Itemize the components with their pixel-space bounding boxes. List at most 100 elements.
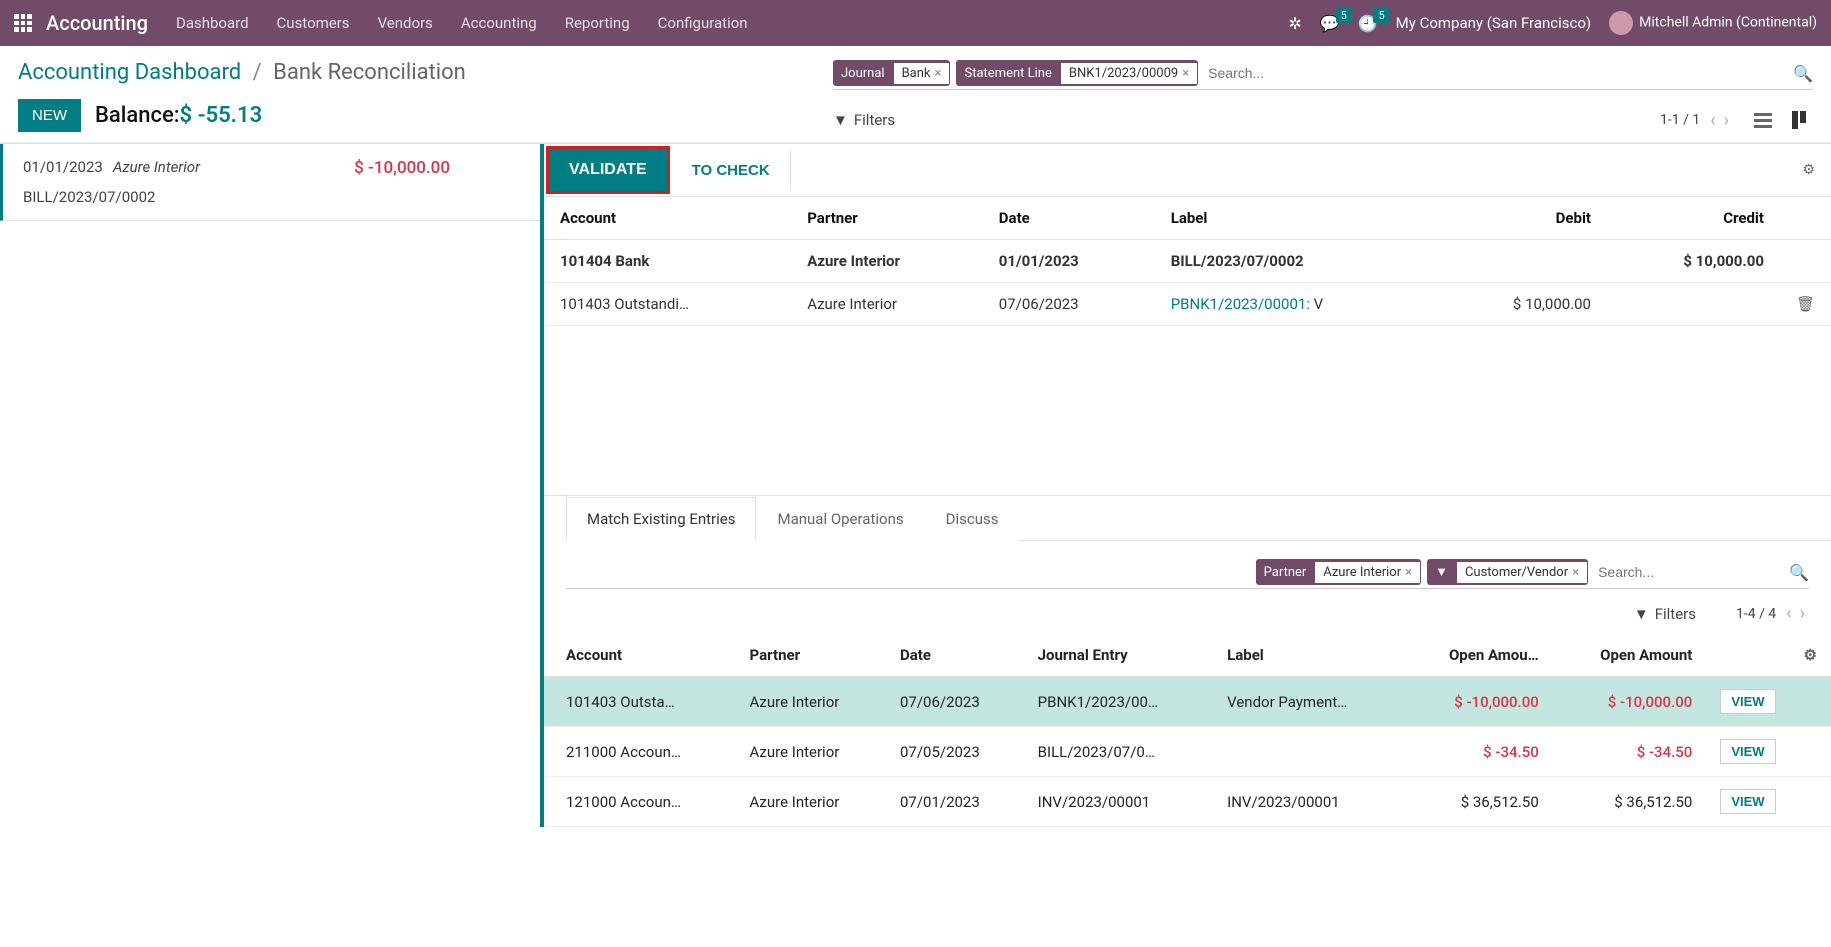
filter-funnel-icon: ▼ <box>1427 560 1456 584</box>
sub-pager: 1-4 / 4 ‹ › <box>1736 603 1805 624</box>
tab-match[interactable]: Match Existing Entries <box>566 497 756 541</box>
suspense-label: PBNK1/2023/00001: V <box>1155 283 1438 326</box>
nav-dashboard[interactable]: Dashboard <box>176 14 249 32</box>
suspense-label-link[interactable]: PBNK1/2023/00001: <box>1171 295 1310 313</box>
m-account: 121000 Accoun… <box>544 777 736 827</box>
nav-vendors[interactable]: Vendors <box>378 14 433 32</box>
sub-pager-prev[interactable]: ‹ <box>1786 603 1791 624</box>
m-journal: INV/2023/00001 <box>1024 777 1213 827</box>
mcol-journal: Journal Entry <box>1024 634 1213 677</box>
facet-statement-line[interactable]: Statement Line BNK1/2023/00009 × <box>956 60 1198 86</box>
tab-discuss[interactable]: Discuss <box>925 497 1020 541</box>
facet-stline-remove[interactable]: × <box>1182 66 1189 81</box>
bug-icon[interactable]: ✲ <box>1288 14 1301 33</box>
bank-line: 101404 Bank Azure Interior 01/01/2023 BI… <box>544 240 1831 283</box>
col-credit: Credit <box>1607 197 1780 240</box>
filters-label: Filters <box>854 111 895 129</box>
m-date: 07/05/2023 <box>886 727 1024 777</box>
m-label <box>1213 727 1402 777</box>
facet-journal[interactable]: Journal Bank × <box>833 60 950 86</box>
m-date: 07/06/2023 <box>886 677 1024 727</box>
apps-icon[interactable] <box>14 14 32 32</box>
bank-date: 01/01/2023 <box>983 240 1155 283</box>
statement-card[interactable]: 01/01/2023 Azure Interior $ -10,000.00 B… <box>0 144 540 221</box>
view-kanban-icon[interactable] <box>1785 108 1813 132</box>
company-selector[interactable]: My Company (San Francisco) <box>1396 14 1591 32</box>
nav-reporting[interactable]: Reporting <box>565 14 630 32</box>
facet-partner-remove[interactable]: × <box>1405 565 1412 580</box>
sub-pager-text: 1-4 / 4 <box>1736 606 1776 622</box>
m-partner: Azure Interior <box>736 677 886 727</box>
search-icon[interactable]: 🔍 <box>1793 64 1813 83</box>
m-open2: $ -34.50 <box>1553 727 1707 777</box>
searchbar[interactable]: Journal Bank × Statement Line BNK1/2023/… <box>833 60 1813 90</box>
avatar <box>1609 11 1633 35</box>
sub-filters-label: Filters <box>1655 605 1696 623</box>
bank-label: BILL/2023/07/0002 <box>1155 240 1438 283</box>
new-button[interactable]: NEW <box>18 99 81 132</box>
user-name: Mitchell Admin (Continental) <box>1639 15 1817 31</box>
view-list-icon[interactable] <box>1749 108 1777 132</box>
m-open2: $ -10,000.00 <box>1553 677 1707 727</box>
pager-prev[interactable]: ‹ <box>1710 110 1715 131</box>
statement-amount: $ -10,000.00 <box>354 158 450 178</box>
view-button[interactable]: VIEW <box>1720 739 1775 764</box>
tabs: Match Existing Entries Manual Operations… <box>566 496 1831 541</box>
facet-stline-label: Statement Line <box>956 63 1059 84</box>
view-button[interactable]: VIEW <box>1720 789 1775 814</box>
facet-partner-value: Azure Interior <box>1323 565 1401 580</box>
gear-icon[interactable]: ⚙ <box>1802 162 1815 178</box>
filter-icon: ▼ <box>833 111 848 129</box>
breadcrumb-sep: / <box>253 60 262 85</box>
nav-accounting[interactable]: Accounting <box>461 14 537 32</box>
search-input[interactable] <box>1204 61 1787 85</box>
messages-icon[interactable]: 💬5 <box>1320 14 1340 33</box>
filters-button[interactable]: ▼ Filters <box>833 111 895 129</box>
sub-search-input[interactable] <box>1594 560 1783 584</box>
sub-pager-next[interactable]: › <box>1800 603 1805 624</box>
suspense-label-tail: V <box>1310 295 1323 313</box>
nav-customers[interactable]: Customers <box>277 14 350 32</box>
view-button[interactable]: VIEW <box>1720 689 1775 714</box>
facet-partner[interactable]: Partner Azure Interior × <box>1256 559 1421 585</box>
nav-configuration[interactable]: Configuration <box>658 14 748 32</box>
user-menu[interactable]: Mitchell Admin (Continental) <box>1609 11 1817 35</box>
statement-date: 01/01/2023 <box>23 158 103 176</box>
col-debit: Debit <box>1438 197 1607 240</box>
sub-filters-button[interactable]: ▼ Filters <box>1634 605 1696 623</box>
validate-button[interactable]: VALIDATE <box>546 146 670 194</box>
suspense-line[interactable]: 101403 Outstandi… Azure Interior 07/06/2… <box>544 283 1831 326</box>
mcol-open1: Open Amou… <box>1402 634 1552 677</box>
facet-custvend-remove[interactable]: × <box>1572 565 1579 580</box>
mcol-date: Date <box>886 634 1024 677</box>
statement-ref: BILL/2023/07/0002 <box>23 188 520 206</box>
activity-icon[interactable]: 🕘5 <box>1358 14 1378 33</box>
match-row[interactable]: 101403 Outsta…Azure Interior07/06/2023PB… <box>544 677 1831 727</box>
match-row[interactable]: 211000 Accoun…Azure Interior07/05/2023BI… <box>544 727 1831 777</box>
match-row[interactable]: 121000 Accoun…Azure Interior07/01/2023IN… <box>544 777 1831 827</box>
settings-icon[interactable]: ⚙ <box>1790 634 1831 677</box>
balance-value: $ -55.13 <box>180 103 263 128</box>
facet-custvend[interactable]: ▼ Customer/Vendor × <box>1427 559 1588 585</box>
trash-icon[interactable]: 🗑 <box>1796 295 1815 313</box>
facet-journal-remove[interactable]: × <box>935 66 942 81</box>
control-panel: Accounting Dashboard / Bank Reconciliati… <box>0 46 1831 143</box>
tab-manual[interactable]: Manual Operations <box>756 497 924 541</box>
navbar: Accounting Dashboard Customers Vendors A… <box>0 0 1831 46</box>
mcol-account: Account <box>544 634 736 677</box>
bank-partner: Azure Interior <box>791 240 983 283</box>
statement-list: 01/01/2023 Azure Interior $ -10,000.00 B… <box>0 144 540 827</box>
balance-label: Balance: <box>95 103 180 128</box>
breadcrumb-parent[interactable]: Accounting Dashboard <box>18 60 241 85</box>
bank-debit <box>1438 240 1607 283</box>
col-account: Account <box>544 197 791 240</box>
sub-searchbar[interactable]: Partner Azure Interior × ▼ Customer/Vend… <box>566 559 1809 589</box>
pager-next[interactable]: › <box>1724 110 1729 131</box>
brand[interactable]: Accounting <box>46 11 148 35</box>
to-check-button[interactable]: TO CHECK <box>672 150 791 191</box>
sub-search-icon[interactable]: 🔍 <box>1789 563 1809 582</box>
suspense-partner: Azure Interior <box>791 283 983 326</box>
activity-badge: 5 <box>1373 8 1389 23</box>
suspense-date: 07/06/2023 <box>983 283 1155 326</box>
m-account: 101403 Outsta… <box>544 677 736 727</box>
